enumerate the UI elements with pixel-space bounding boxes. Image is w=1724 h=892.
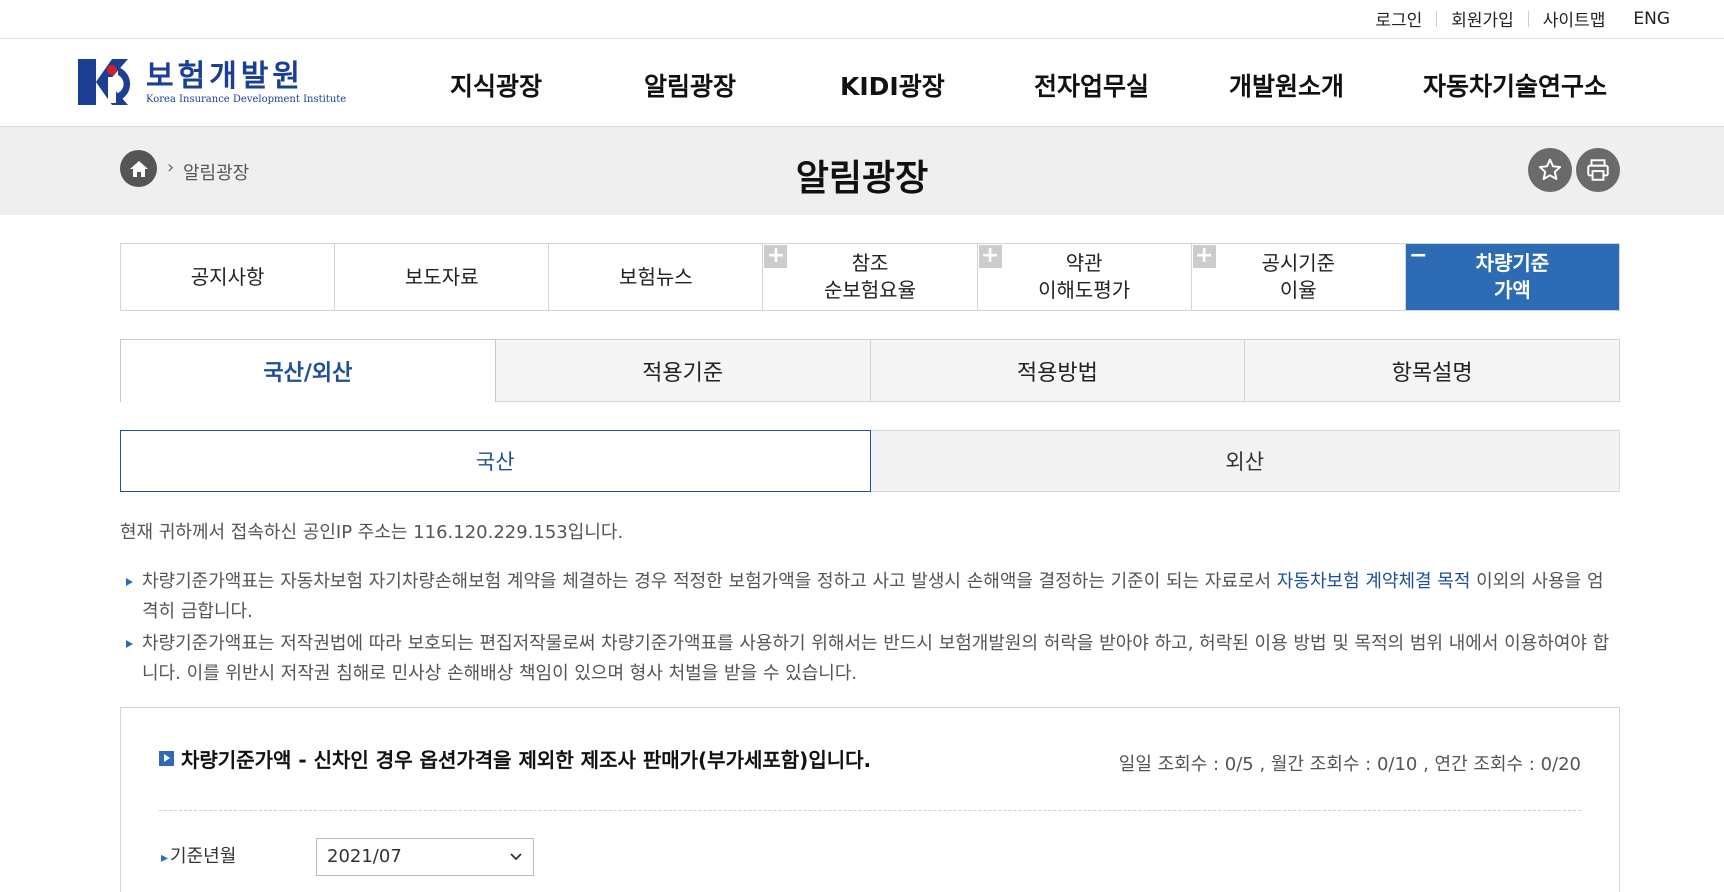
cat-tab-label: 공시기준	[1261, 251, 1336, 275]
sub-tabs: 국산/외산 적용기준 적용방법 항목설명	[120, 339, 1620, 402]
cat-tab-label: 공지사항	[190, 264, 265, 289]
notice-list: 차량기준가액표는 자동차보험 자기차량손해보험 계약을 체결하는 경우 적정한 …	[120, 567, 1620, 691]
cat-tab-label: 가액	[1494, 278, 1531, 302]
view-count: 일일 조회수 : 0/5 , 월간 조회수 : 0/10 , 연간 조회수 : …	[1118, 754, 1581, 775]
cat-tab-label: 순보험요율	[823, 278, 916, 302]
notice-item: 차량기준가액표는 자동차보험 자기차량손해보험 계약을 체결하는 경우 적정한 …	[120, 567, 1620, 627]
tab-foreign[interactable]: 외산	[870, 430, 1620, 492]
subtab-domestic-foreign[interactable]: 국산/외산	[120, 339, 496, 402]
cat-tab-terms[interactable]: + 약관이해도평가	[976, 244, 1191, 310]
subtab-description[interactable]: 항목설명	[1245, 339, 1620, 402]
print-icon[interactable]	[1576, 148, 1620, 192]
box-title-text: 차량기준가액 - 신차인 경우 옵션가격을 제외한 제조사 판매가(부가세포함)…	[181, 748, 872, 772]
star-icon[interactable]	[1528, 148, 1572, 192]
origin-tabs: 국산 외산	[120, 430, 1620, 492]
cat-tab-label: 약관	[1065, 251, 1103, 275]
cat-tab-rate[interactable]: + 공시기준이율	[1190, 244, 1405, 310]
logo-korean-text: 보험개발원	[146, 58, 304, 94]
cat-tab-label: 이해도평가	[1038, 278, 1131, 302]
cat-tab-vehicle-value[interactable]: − 차량기준가액	[1404, 244, 1619, 310]
cat-tab-label: 차량기준	[1475, 251, 1550, 275]
nav-notice[interactable]: 알림광장	[644, 67, 736, 103]
cat-tab-press[interactable]: 보도자료	[334, 244, 548, 310]
sitemap-link[interactable]: 사이트맵	[1529, 6, 1620, 31]
category-tabs: 공지사항 보도자료 보험뉴스 + 참조순보험요율 + 약관이해도평가 + 공시기…	[120, 243, 1620, 311]
subtab-method[interactable]: 적용방법	[870, 339, 1246, 402]
eng-link[interactable]: ENG	[1619, 9, 1684, 29]
divider	[159, 810, 1581, 811]
signup-link[interactable]: 회원가입	[1437, 6, 1528, 31]
cat-tab-pure-rate[interactable]: + 참조순보험요율	[762, 244, 976, 310]
notice-text: 차량기준가액표는 자동차보험 자기차량손해보험 계약을 체결하는 경우 적정한 …	[142, 571, 1277, 592]
nav-kidi[interactable]: KIDI광장	[840, 67, 945, 103]
subtab-criteria[interactable]: 적용기준	[495, 339, 871, 402]
utility-links: 로그인 회원가입 사이트맵 ENG	[1361, 6, 1684, 32]
ym-label: 기준년월	[161, 842, 236, 868]
login-link[interactable]: 로그인	[1361, 6, 1436, 31]
nav-about[interactable]: 개발원소개	[1229, 67, 1344, 103]
nav-knowledge[interactable]: 지식광장	[450, 67, 542, 103]
vehicle-value-box: 차량기준가액 - 신차인 경우 옵션가격을 제외한 제조사 판매가(부가세포함)…	[120, 707, 1620, 892]
plus-icon[interactable]: +	[764, 245, 788, 268]
chevron-down-icon	[509, 847, 523, 868]
nav-e-office[interactable]: 전자업무실	[1034, 67, 1149, 103]
ym-select[interactable]: 2021/07	[316, 838, 534, 876]
cat-tab-label: 이율	[1279, 278, 1317, 302]
tab-domestic[interactable]: 국산	[120, 430, 871, 492]
minus-icon[interactable]: −	[1407, 245, 1430, 268]
notice-item: 차량기준가액표는 저작권법에 따라 보호되는 편집저작물로써 차량기준가액표를 …	[120, 629, 1620, 689]
cat-tab-news[interactable]: 보험뉴스	[548, 244, 762, 310]
nav-auto-research[interactable]: 자동차기술연구소	[1423, 67, 1607, 103]
sub-visual: › 알림광장 알림광장	[0, 127, 1724, 215]
ip-notice: 현재 귀하께서 접속하신 공인IP 주소는 116.120.229.153입니다…	[120, 522, 624, 543]
box-title: 차량기준가액 - 신차인 경우 옵션가격을 제외한 제조사 판매가(부가세포함)…	[159, 744, 871, 773]
utility-bar: 로그인 회원가입 사이트맵 ENG	[0, 0, 1724, 39]
plus-icon[interactable]: +	[978, 245, 1002, 268]
logo[interactable]: 보험개발원 Korea Insurance Development Instit…	[78, 57, 346, 107]
plus-icon[interactable]: +	[1192, 245, 1216, 268]
cat-tab-label: 보도자료	[404, 264, 479, 289]
cat-tab-notice[interactable]: 공지사항	[121, 244, 334, 310]
ym-select-value: 2021/07	[327, 846, 402, 867]
kidi-logo-icon	[78, 57, 142, 107]
page-title: 알림광장	[795, 158, 929, 199]
header: 보험개발원 Korea Insurance Development Instit…	[0, 39, 1724, 127]
notice-highlight: 자동차보험 계약체결 목적	[1276, 571, 1471, 592]
cat-tab-label: 참조	[851, 251, 889, 275]
play-square-icon	[159, 751, 174, 766]
logo-english-text: Korea Insurance Development Institute	[146, 93, 347, 105]
cat-tab-label: 보험뉴스	[619, 264, 693, 289]
